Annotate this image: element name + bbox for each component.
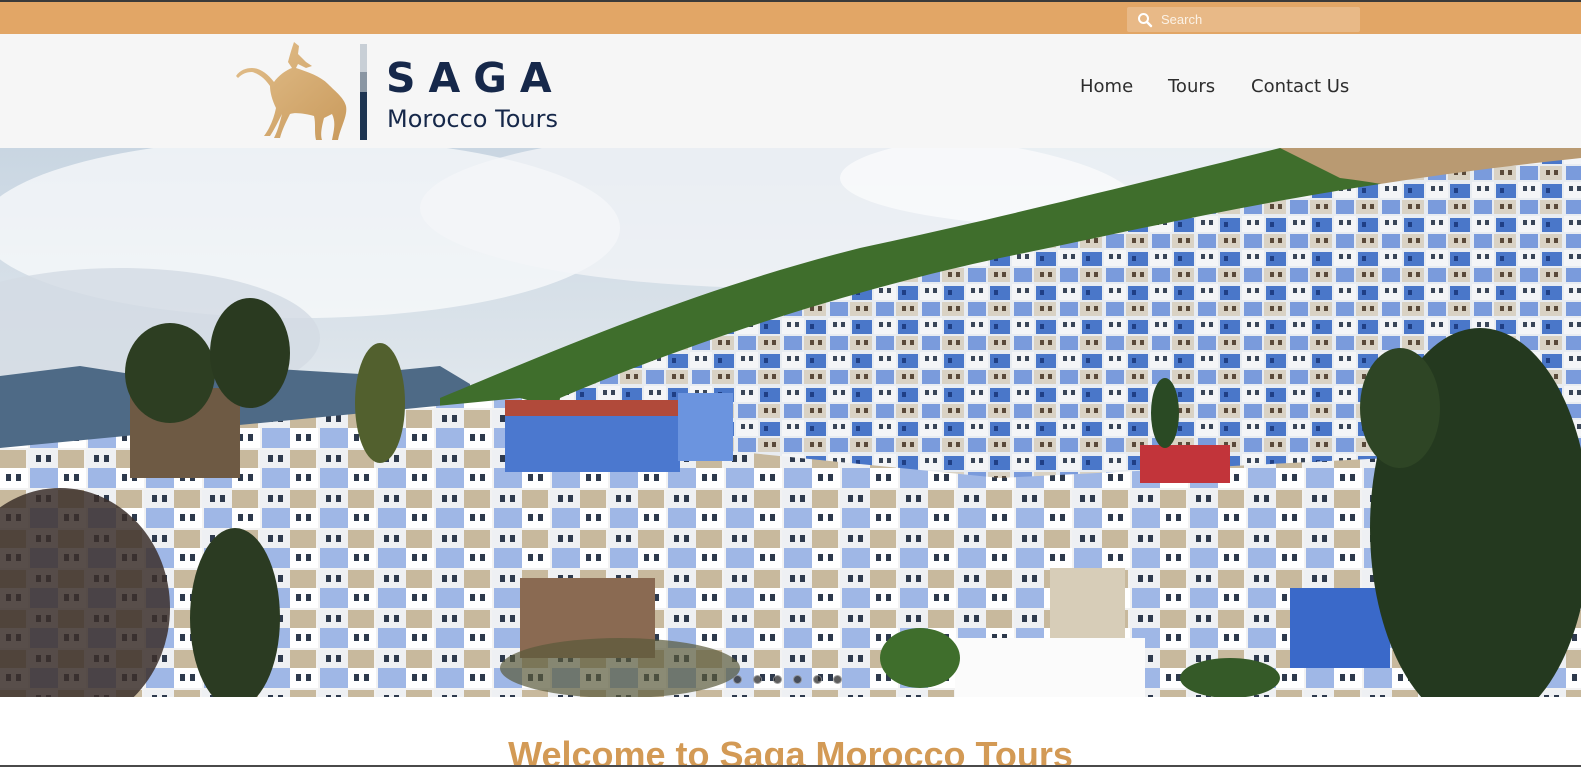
search-box[interactable]	[1127, 7, 1360, 32]
hero-slider[interactable]	[0, 148, 1581, 697]
site-header: SAGA Morocco Tours Home Tours Contact Us	[0, 34, 1581, 148]
nav-contact-us[interactable]: Contact Us	[1251, 74, 1349, 100]
site-logo[interactable]: SAGA Morocco Tours	[236, 42, 576, 142]
nav-tours[interactable]: Tours	[1168, 74, 1215, 100]
search-icon[interactable]	[1137, 12, 1153, 28]
nav-home[interactable]: Home	[1080, 74, 1133, 100]
top-bar	[0, 0, 1581, 34]
slider-dot[interactable]	[813, 675, 822, 684]
slider-dot[interactable]	[793, 675, 802, 684]
logo-subtitle: Morocco Tours	[387, 105, 558, 133]
camel-rider-icon	[236, 42, 347, 140]
hero-image	[0, 148, 1581, 697]
slider-dot[interactable]	[833, 675, 842, 684]
slider-dot[interactable]	[773, 675, 782, 684]
slider-dot[interactable]	[733, 675, 742, 684]
search-input[interactable]	[1161, 7, 1356, 32]
welcome-heading: Welcome to Saga Morocco Tours	[508, 734, 1073, 767]
logo-divider	[360, 44, 367, 140]
logo-title: SAGA	[386, 54, 565, 102]
slider-dot[interactable]	[753, 675, 762, 684]
